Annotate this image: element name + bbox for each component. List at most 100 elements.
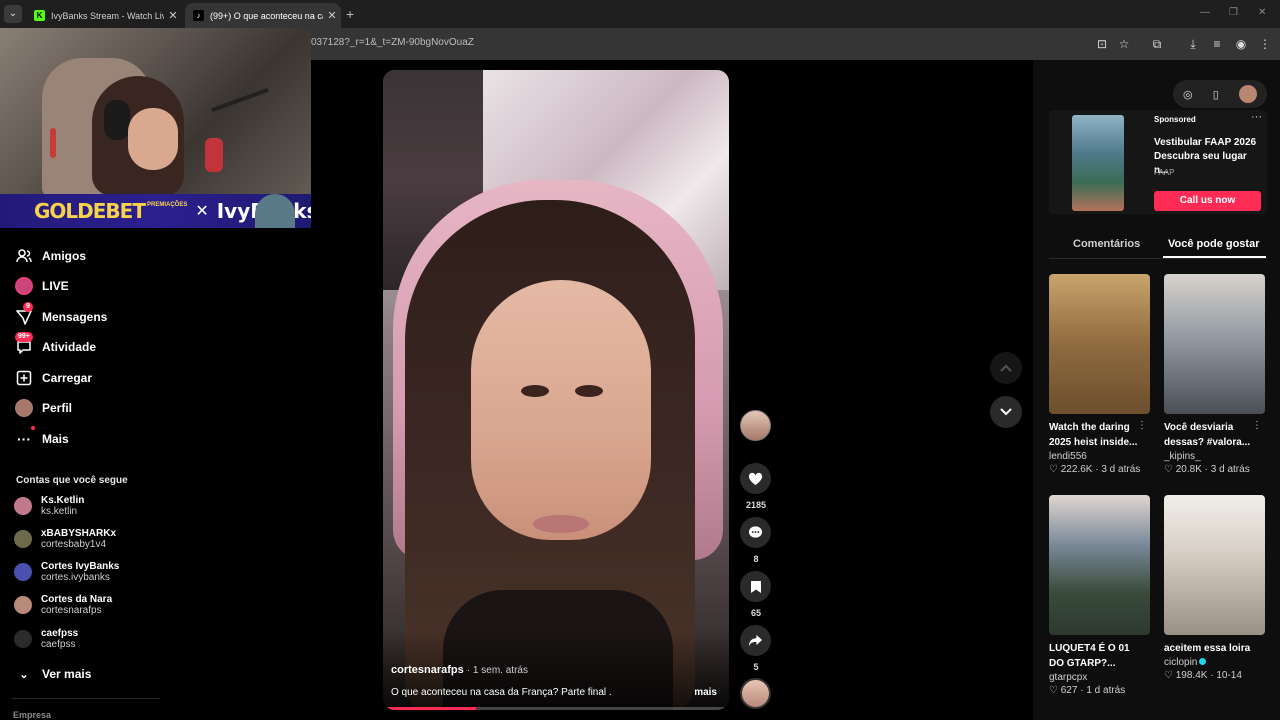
card-options-icon[interactable]: ⋮ (1137, 420, 1147, 431)
following-account[interactable]: caefpss caefpss (14, 628, 78, 650)
card-likes: 222.6K (1060, 464, 1093, 475)
avatar (14, 497, 32, 515)
share-icon (749, 634, 762, 647)
sidebar-item-live[interactable]: LIVE (14, 276, 69, 296)
messages-icon: 9 (14, 302, 34, 327)
bookmark-star-icon[interactable]: ☆ (1116, 36, 1132, 52)
suggested-video-card[interactable]: aceitem essa loira ciclopin ♡ 198.4K · 1… (1164, 495, 1268, 681)
video-thumbnail[interactable] (1164, 495, 1265, 635)
sidebar-item-messages[interactable]: 9 Mensagens (14, 302, 107, 327)
install-app-icon[interactable]: ⊡ (1094, 36, 1110, 52)
browser-tab-kick[interactable]: K IvyBanks Stream - Watch Live o ✕ (26, 3, 182, 28)
url-field[interactable]: 037128?_r=1&_t=ZM-90bgNovOuaZ (311, 37, 474, 48)
video-player[interactable]: cortesnarafps · 1 sem. atrás O que acont… (383, 70, 729, 710)
close-tab-icon[interactable]: ✕ (164, 9, 182, 22)
user-avatar[interactable] (1238, 85, 1257, 103)
card-author[interactable]: _kipins_ (1164, 451, 1268, 462)
video-author[interactable]: cortesnarafps (391, 664, 464, 676)
minimize-icon[interactable]: — (1200, 7, 1210, 18)
account-name: Cortes IvyBanks (41, 561, 120, 572)
new-tab-icon[interactable]: + (346, 6, 354, 22)
card-author[interactable]: gtarpcpx (1049, 672, 1153, 683)
sidebar-item-label: Mais (42, 432, 69, 446)
sidebar-item-more[interactable]: ··· Mais (14, 426, 69, 449)
video-eye (575, 385, 603, 397)
comment-count: 8 (753, 554, 759, 564)
following-account[interactable]: Cortes IvyBanks cortes.ivybanks (14, 561, 119, 583)
top-right-tools: ◎ ▯ (1173, 80, 1267, 108)
extensions-icon[interactable]: ⧉ (1149, 36, 1165, 52)
see-more-button[interactable]: ⌄ Ver mais (14, 664, 91, 684)
card-author[interactable]: ciclopin (1164, 657, 1268, 668)
suggested-video-card[interactable]: Você desviaria dessas? #valora... ⋮ _kip… (1164, 274, 1268, 475)
previous-video-button[interactable] (990, 352, 1022, 384)
sidebar-item-friends[interactable]: Amigos (14, 246, 86, 266)
video-author-line: cortesnarafps · 1 sem. atrás (391, 664, 528, 676)
heart-outline-icon: ♡ (1164, 670, 1173, 681)
caption-more-button[interactable]: mais (694, 687, 717, 698)
save-button[interactable] (740, 571, 771, 602)
kick-favicon-icon: K (34, 10, 45, 21)
suggested-video-card[interactable]: LUQUET4 É O 01 DO GTARP?... gtarpcpx ♡ 6… (1049, 495, 1153, 696)
following-account[interactable]: Cortes da Nara cortesnarafps (14, 594, 112, 616)
sidebar-item-label: LIVE (42, 279, 69, 293)
restore-icon[interactable]: ❐ (1229, 7, 1238, 18)
card-author-name: ciclopin (1164, 657, 1198, 668)
browser-tab-tiktok[interactable]: ♪ (99+) O que aconteceu na casa ✕ (185, 3, 341, 28)
tabs-divider (1049, 258, 1267, 259)
card-title: LUQUET4 É O 01 DO GTARP?... (1049, 643, 1130, 669)
close-tab-icon[interactable]: ✕ (323, 9, 341, 22)
account-handle: cortes.ivybanks (41, 572, 110, 583)
avatar (14, 530, 32, 548)
video-thumbnail[interactable] (1164, 274, 1265, 414)
account-name: Ks.Ketlin (41, 495, 85, 506)
following-account[interactable]: xBABYSHARKx cortesbaby1v4 (14, 528, 116, 550)
sponsored-ad[interactable]: Sponsored ··· Vestibular FAAP 2026 Descu… (1049, 110, 1267, 214)
video-thumbnail[interactable] (1049, 274, 1150, 414)
card-options-icon[interactable]: ⋮ (1252, 420, 1262, 431)
music-disc-avatar[interactable] (740, 678, 771, 709)
compass-icon[interactable]: ◎ (1183, 88, 1193, 101)
like-button[interactable] (740, 463, 771, 494)
divider (12, 698, 160, 699)
company-section-title[interactable]: Empresa (13, 710, 51, 720)
heart-outline-icon: ♡ (1049, 685, 1058, 696)
card-title: aceitem essa loira (1164, 643, 1251, 654)
ad-cta-button[interactable]: Call us now (1154, 191, 1261, 211)
close-window-icon[interactable]: ✕ (1258, 7, 1266, 18)
sidebar-item-activity[interactable]: 99+ Atividade (14, 332, 96, 357)
share-button[interactable] (740, 625, 771, 656)
sidebar-item-upload[interactable]: Carregar (14, 368, 92, 388)
tab-comments[interactable]: Comentários (1073, 238, 1140, 250)
phone-icon[interactable]: ▯ (1213, 88, 1219, 101)
account-name: Cortes da Nara (41, 594, 113, 605)
profile-avatar-icon[interactable]: ◉ (1233, 36, 1249, 52)
sidebar-item-label: Amigos (42, 249, 87, 263)
like-count: 2185 (745, 500, 767, 510)
heart-outline-icon: ♡ (1164, 464, 1173, 475)
sidebar-item-profile[interactable]: Perfil (14, 398, 72, 418)
account-handle: cortesbaby1v4 (41, 539, 107, 550)
suggested-video-card[interactable]: Watch the daring 2025 heist inside... ⋮ … (1049, 274, 1153, 475)
following-account[interactable]: Ks.Ketlin ks.ketlin (14, 495, 84, 517)
media-controls-icon[interactable]: ≡ (1209, 36, 1225, 52)
kebab-menu-icon[interactable]: ⋮ (1257, 36, 1273, 52)
video-thumbnail[interactable] (1049, 495, 1150, 635)
ad-options-icon[interactable]: ··· (1251, 111, 1262, 123)
next-video-button[interactable] (990, 396, 1022, 428)
comment-button[interactable] (740, 517, 771, 548)
tab-you-may-like[interactable]: Você pode gostar (1168, 238, 1259, 250)
creator-avatar[interactable] (740, 410, 771, 441)
card-author[interactable]: lendi556 (1049, 451, 1153, 462)
bookmark-icon (750, 580, 761, 593)
ad-thumbnail[interactable] (1072, 115, 1124, 211)
card-likes: 20.8K (1175, 464, 1202, 475)
mic-arm (211, 87, 269, 113)
left-sidebar: Amigos LIVE 9 Mensagens 99+ Atividade Ca… (0, 228, 310, 720)
chevron-down-icon (1000, 408, 1012, 416)
tab-search-button[interactable]: ⌄ (4, 5, 22, 23)
avatar (14, 596, 32, 614)
download-icon[interactable]: ⤓ (1185, 36, 1201, 52)
video-progress-bar[interactable] (383, 707, 729, 710)
headset (104, 100, 130, 140)
